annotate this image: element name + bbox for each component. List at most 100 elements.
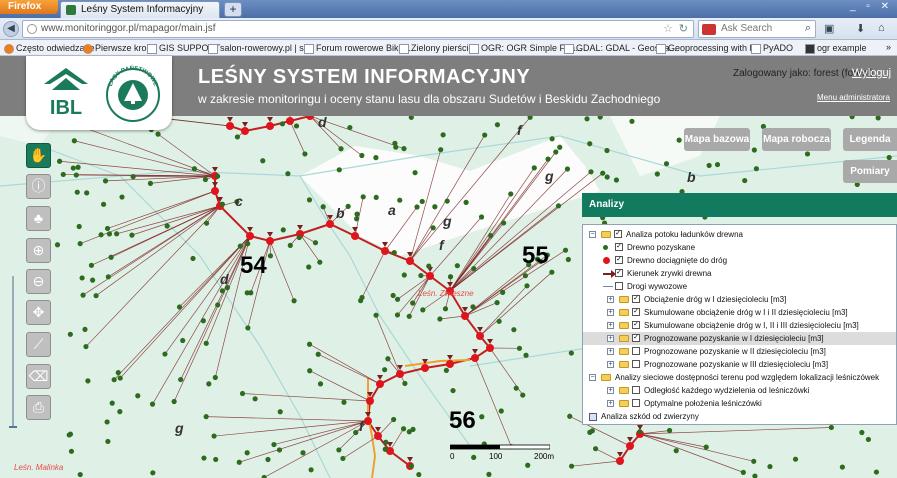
addon-icon[interactable]: ▣ (824, 22, 834, 35)
timber-landing-point (241, 127, 249, 135)
tree-item[interactable]: + Prognozowane pozyskanie w III dziesięci… (583, 358, 896, 371)
tree-item[interactable]: Analiza szkód od zwierzyny (583, 410, 896, 423)
harvested-timber-point (397, 197, 403, 203)
bookmark-item[interactable]: Często odwiedzane (4, 43, 95, 54)
bookmark-item[interactable]: salon-rowerowy.pl | s... (208, 43, 311, 54)
url-bar[interactable]: www.monitoringgor.pl/mapagor/main.jsf ☆ … (22, 20, 694, 38)
layer-checkbox[interactable]: ✓ (614, 230, 622, 238)
tree-expand-icon[interactable]: + (607, 400, 614, 407)
tree-item[interactable]: ✓ Kierunek zrywki drewna (583, 267, 896, 280)
print-tool-button[interactable]: ⎙ (26, 395, 51, 420)
tree-expand-icon[interactable]: + (607, 348, 614, 355)
harvested-timber-point (360, 194, 366, 200)
harvested-timber-point (373, 194, 379, 201)
layer-checkbox[interactable]: ✓ (632, 295, 640, 303)
zoom-out-tool-button[interactable]: ⊖ (26, 269, 51, 294)
tree-item[interactable]: + Optymalne położenia leśniczówki (583, 397, 896, 410)
tree-item[interactable]: + Odległość każdego wydzielenia od leśnic… (583, 384, 896, 397)
analysis-layer-tree[interactable]: − ✓ Analiza potoku ładunków drewna ✓ Drewno … (582, 224, 897, 425)
tree-item[interactable]: + ✓ Skumulowane obciążenie dróg w I, II i … (583, 319, 896, 332)
search-go-icon[interactable]: ⌕ (805, 22, 811, 35)
tree-info-tool-button[interactable]: ♣ (26, 206, 51, 231)
tree-expand-icon[interactable]: + (607, 335, 614, 342)
tree-expand-icon[interactable]: + (607, 387, 614, 394)
search-bar[interactable]: Ask Search ⌕ (698, 20, 816, 38)
tree-expand-icon[interactable]: − (589, 374, 596, 381)
bookmark-item[interactable]: ogr example (805, 43, 867, 54)
new-tab-button[interactable]: + (224, 2, 242, 17)
window-controls[interactable]: _ ▫ ✕ (850, 1, 893, 12)
harvested-timber-point (562, 247, 569, 253)
harvested-timber-point (442, 306, 449, 312)
bookmark-item[interactable]: Zielony pierścień (399, 43, 479, 54)
tree-expand-icon[interactable]: − (589, 231, 596, 238)
layer-checkbox[interactable] (632, 360, 640, 368)
tree-item-label: Skumulowane obciążenie dróg w I, II i II… (644, 321, 859, 330)
eraser-tool-button[interactable]: ⌫ (26, 364, 51, 389)
harvested-timber-point (471, 266, 477, 272)
tree-item[interactable]: − Analizy sieciowe dostępności terenu pod… (583, 371, 896, 384)
layer-checkbox[interactable] (632, 386, 640, 394)
bookmark-item[interactable]: Geoprocessing with P... (656, 43, 762, 54)
layer-checkbox[interactable]: ✓ (615, 256, 623, 264)
layer-checkbox[interactable] (615, 282, 623, 290)
tree-item[interactable]: ✓ Drewno pozyskane (583, 241, 896, 254)
layer-checkbox[interactable]: ✓ (615, 243, 623, 251)
tree-item[interactable]: + Prognozowane pozyskanie w II dziesięcio… (583, 345, 896, 358)
harvested-timber-point (408, 463, 414, 469)
tree-item[interactable]: Drogi wywozowe (583, 280, 896, 293)
harvested-timber-point (74, 189, 80, 195)
full-extent-tool-button[interactable]: ✥ (26, 300, 51, 325)
analysis-panel-header[interactable]: Analizy (582, 193, 897, 217)
tab-measurements[interactable]: Pomiary (843, 160, 897, 183)
back-icon[interactable]: ◀ (3, 21, 19, 37)
logout-link[interactable]: Wyloguj (852, 67, 891, 79)
harvested-timber-point (520, 392, 526, 398)
page-title: LEŚNY SYSTEM INFORMACYJNY (198, 66, 531, 88)
browser-tab[interactable]: Leśny System Informacyjny (60, 1, 220, 18)
timber-landing-point (446, 360, 454, 368)
layer-checkbox[interactable]: ✓ (632, 334, 640, 342)
harvested-timber-point (203, 340, 209, 346)
bookmark-star-icon[interactable]: ☆ (663, 22, 673, 35)
skidding-arrowhead (297, 225, 303, 230)
tree-item[interactable]: − ✓ Analiza potoku ładunków drewna (583, 228, 896, 241)
search-engine-icon[interactable] (702, 24, 716, 35)
layer-checkbox[interactable] (632, 399, 640, 407)
tab-legend[interactable]: Legenda (843, 128, 897, 151)
layer-checkbox[interactable]: ✓ (632, 308, 640, 316)
tree-item[interactable]: + ✓ Skumulowane obciążenie dróg w I i II d… (583, 306, 896, 319)
harvested-timber-point (501, 220, 507, 226)
reload-icon[interactable]: ↻ (679, 22, 688, 35)
harvested-timber-point (382, 446, 388, 452)
home-icon[interactable]: ⌂ (878, 22, 885, 34)
tree-item[interactable]: + ✓ Prognozowane pozyskanie w I dziesięcio… (583, 332, 896, 345)
bookmark-item[interactable]: Pierwsze kroki (83, 43, 153, 54)
download-icon[interactable]: ⬇ (856, 22, 865, 35)
profile-tool-button[interactable]: ⟋ (26, 332, 51, 357)
layer-checkbox[interactable] (632, 347, 640, 355)
bookmark-item[interactable]: PyADO (751, 43, 793, 54)
zoom-in-tool-button[interactable]: ⊕ (26, 238, 51, 263)
harvested-timber-point (592, 446, 599, 452)
tree-item[interactable]: + ✓ Obciążenie dróg w I dziesięcioleciu [m… (583, 293, 896, 306)
firefox-menu-button[interactable]: Firefox (0, 0, 58, 14)
tree-expand-icon[interactable]: + (607, 309, 614, 316)
bookmarks-overflow-icon[interactable]: » (886, 42, 891, 52)
tree-expand-icon[interactable]: + (607, 322, 614, 329)
site-identity-icon[interactable] (27, 24, 37, 34)
zoom-slider[interactable]: + (9, 268, 17, 428)
harvested-timber-point (549, 269, 555, 275)
tree-item[interactable]: ✓ Drewno dociągnięte do dróg (583, 254, 896, 267)
harvested-timber-point (252, 396, 258, 402)
tree-expand-icon[interactable]: + (607, 361, 614, 368)
admin-menu-link[interactable]: Menu administratora (817, 93, 890, 102)
layer-checkbox[interactable]: ✓ (615, 269, 623, 277)
tab-work-map[interactable]: Mapa robocza (762, 128, 831, 151)
info-tool-button[interactable]: ⓘ (26, 174, 51, 199)
tab-base-map[interactable]: Mapa bazowa (684, 128, 750, 151)
tree-expand-icon[interactable]: + (607, 296, 614, 303)
pan-tool-button[interactable]: ✋ (26, 143, 51, 168)
bookmark-item[interactable]: Forum rowerowe Bike... (304, 43, 411, 54)
layer-checkbox[interactable]: ✓ (632, 321, 640, 329)
